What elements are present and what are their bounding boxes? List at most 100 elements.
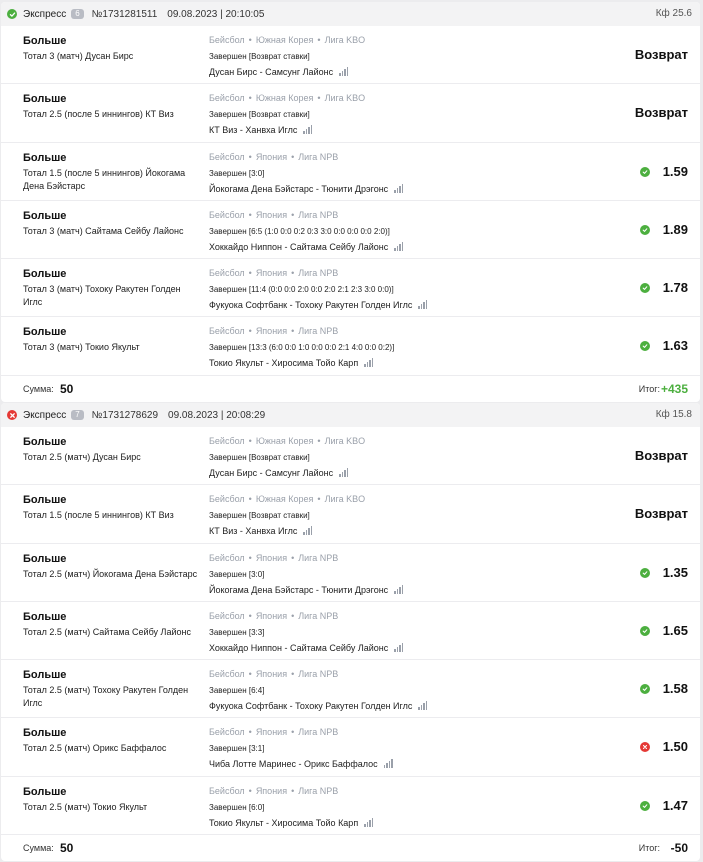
event-breadcrumb: Бейсбол • Южная Корея • Лига KBO	[209, 436, 365, 446]
event-sport: Бейсбол	[209, 151, 245, 162]
event-match-name[interactable]: Дусан Бирс - Самсунг Лайонс	[209, 468, 333, 478]
event-row[interactable]: Больше Тотал 2.5 (матч) Орикс Баффалос Бей…	[1, 718, 700, 777]
checkmark-icon	[640, 224, 650, 235]
coupon-card[interactable]: Экспресс 7 №1731278629 09.08.2023 | 20:08:2…	[1, 403, 700, 862]
stats-bars-icon[interactable]	[364, 817, 374, 827]
event-match[interactable]: КТ Виз - Ханвха Иглс	[209, 526, 313, 536]
event-match[interactable]: Дусан Бирс - Самсунг Лайонс	[209, 468, 349, 478]
event-match-name[interactable]: Фукуока Софтбанк - Тохоку Ракутен Голден…	[209, 701, 412, 711]
event-match-name[interactable]: Хоккайдо Ниппон - Сайтама Сейбу Лайонс	[209, 242, 388, 252]
stake-value: 50	[60, 841, 74, 856]
event-match-name[interactable]: КТ Виз - Ханвха Иглс	[209, 526, 297, 536]
event-match[interactable]: Дусан Бирс - Самсунг Лайонс	[209, 67, 349, 77]
event-match[interactable]: Фукуока Софтбанк - Тохоку Ракутен Голден…	[209, 701, 428, 711]
event-outcome: Больше	[23, 209, 67, 222]
event-odds: 1.35	[662, 564, 688, 580]
checkmark-icon	[640, 800, 650, 811]
event-league: Лига NPB	[298, 610, 339, 621]
event-result: Завершен [3:1]	[209, 744, 265, 754]
event-row[interactable]: Больше Тотал 2.5 (матч) Тохоку Ракутен Го…	[1, 660, 700, 719]
event-league: Лига NPB	[298, 552, 339, 563]
breadcrumb-dot: •	[248, 727, 252, 738]
event-row[interactable]: Больше Тотал 1.5 (после 5 иннингов) Йоког…	[1, 143, 700, 201]
event-match-name[interactable]: Йокогама Дена Бэйстарс - Тюнити Дрэгонс	[209, 585, 388, 595]
event-market: Тотал 2.5 (матч) Сайтама Сейбу Лайонс	[23, 626, 191, 637]
event-country: Япония	[255, 151, 288, 162]
event-market: Тотал 2.5 (матч) Йокогама Дена Бэйстарс	[23, 568, 198, 579]
event-result: Завершен [Возврат ставки]	[209, 511, 310, 521]
event-match-name[interactable]: Токио Якульт - Хиросима Тойо Карп	[209, 818, 358, 828]
event-match[interactable]: КТ Виз - Ханвха Иглс	[209, 125, 313, 135]
event-country: Япония	[255, 268, 288, 279]
breadcrumb-dot: •	[291, 151, 295, 162]
event-row[interactable]: Больше Тотал 2.5 (матч) Токио Якульт Бейсб…	[1, 777, 700, 836]
event-match-name[interactable]: КТ Виз - Ханвха Иглс	[209, 125, 297, 135]
stats-bars-icon[interactable]	[394, 642, 404, 652]
event-match[interactable]: Йокогама Дена Бэйстарс - Тюнити Дрэгонс	[209, 584, 404, 595]
event-row[interactable]: Больше Тотал 2.5 (матч) Дусан Бирс Бейсбол…	[1, 427, 700, 486]
stats-bars-icon[interactable]	[394, 183, 404, 193]
event-row[interactable]: Больше Тотал 1.5 (после 5 иннингов) КТ Ви…	[1, 485, 700, 544]
stats-bars-icon[interactable]	[303, 125, 313, 135]
event-outcome: Больше	[23, 268, 67, 281]
event-market: Тотал 2.5 (матч) Токио Якульт	[23, 801, 148, 812]
total-label: Итог:	[638, 843, 660, 854]
event-outcome: Больше	[23, 494, 67, 507]
stats-bars-icon[interactable]	[394, 584, 404, 594]
coupon-card[interactable]: Экспресс 6 №1731281511 09.08.2023 | 20:10:0…	[1, 2, 700, 402]
event-row[interactable]: Больше Тотал 2.5 (после 5 иннингов) КТ Ви…	[1, 84, 700, 143]
event-odds: 1.59	[662, 163, 688, 179]
event-result: Завершен [3:0]	[209, 168, 265, 178]
event-match-name[interactable]: Фукуока Софтбанк - Тохоку Ракутен Голден…	[209, 300, 412, 310]
event-match[interactable]: Хоккайдо Ниппон - Сайтама Сейбу Лайонс	[209, 241, 404, 252]
event-outcome: Больше	[23, 436, 67, 448]
event-match[interactable]: Чиба Лотте Маринес - Орикс Баффалос	[209, 759, 394, 769]
event-row[interactable]: Больше Тотал 3 (матч) Токио Якульт Бейсбол…	[1, 317, 700, 376]
event-row[interactable]: Больше Тотал 3 (матч) Сайтама Сейбу Лайон…	[1, 201, 700, 260]
event-result: Завершен [6:5 (1:0 0:0 0:2 0:3 3:0 0:0 0…	[209, 226, 390, 236]
event-row[interactable]: Больше Тотал 2.5 (матч) Сайтама Сейбу Лай…	[1, 602, 700, 661]
event-result: Завершен [6:4]	[209, 686, 265, 696]
stake-label: Сумма:	[23, 843, 54, 854]
event-odds: 1.47	[662, 797, 688, 813]
stats-bars-icon[interactable]	[303, 526, 313, 536]
stats-bars-icon[interactable]	[339, 468, 349, 477]
event-row[interactable]: Больше Тотал 3 (матч) Тохоку Ракутен Голд…	[1, 259, 700, 318]
event-breadcrumb: Бейсбол • Япония • Лига NPB	[209, 326, 338, 336]
stats-bars-icon[interactable]	[339, 67, 349, 76]
breadcrumb-dot: •	[248, 494, 252, 505]
event-sport: Бейсбол	[209, 785, 245, 796]
event-match-name[interactable]: Дусан Бирс - Самсунг Лайонс	[209, 67, 333, 77]
event-breadcrumb: Бейсбол • Япония • Лига NPB	[209, 210, 338, 220]
stats-bars-icon[interactable]	[394, 241, 404, 251]
event-match[interactable]: Йокогама Дена Бэйстарс - Тюнити Дрэгонс	[209, 183, 404, 194]
event-outcome: Больше	[23, 669, 67, 682]
event-match[interactable]: Фукуока Софтбанк - Тохоку Ракутен Голден…	[209, 300, 428, 310]
event-league: Лига NPB	[298, 268, 339, 279]
event-market: Тотал 2.5 (матч) Тохоку Ракутен Голден И…	[23, 685, 189, 709]
breadcrumb-dot: •	[291, 727, 295, 738]
event-result: Завершен [13:3 (6:0 0:0 1:0 0:0 0:0 2:1 …	[209, 343, 395, 353]
stats-bars-icon[interactable]	[383, 759, 394, 769]
checkmark-icon	[640, 567, 650, 578]
stats-bars-icon[interactable]	[418, 701, 428, 711]
event-result: Завершен [Возврат ставки]	[209, 52, 310, 61]
event-country: Южная Корея	[255, 494, 314, 505]
event-match[interactable]: Токио Якульт - Хиросима Тойо Карп	[209, 817, 374, 828]
event-match[interactable]: Хоккайдо Ниппон - Сайтама Сейбу Лайонс	[209, 642, 404, 653]
stats-bars-icon[interactable]	[364, 358, 374, 368]
event-breadcrumb: Бейсбол • Япония • Лига NPB	[209, 152, 338, 162]
event-market: Тотал 1.5 (после 5 иннингов) КТ Виз	[23, 510, 174, 521]
event-match-name[interactable]: Токио Якульт - Хиросима Тойо Карп	[209, 358, 358, 368]
breadcrumb-dot: •	[248, 610, 252, 621]
event-row[interactable]: Больше Тотал 2.5 (матч) Йокогама Дена Бэй…	[1, 544, 700, 602]
event-match-name[interactable]: Чиба Лотте Маринес - Орикс Баффалос	[209, 759, 378, 769]
breadcrumb-dot: •	[248, 326, 252, 337]
event-match-name[interactable]: Хоккайдо Ниппон - Сайтама Сейбу Лайонс	[209, 643, 388, 653]
event-country: Япония	[255, 610, 288, 621]
breadcrumb-dot: •	[248, 785, 252, 796]
stats-bars-icon[interactable]	[418, 300, 428, 310]
event-match[interactable]: Токио Якульт - Хиросима Тойо Карп	[209, 358, 374, 368]
event-match-name[interactable]: Йокогама Дена Бэйстарс - Тюнити Дрэгонс	[209, 184, 388, 194]
event-row[interactable]: Больше Тотал 3 (матч) Дусан Бирс Бейсбол • Ю…	[1, 26, 700, 85]
